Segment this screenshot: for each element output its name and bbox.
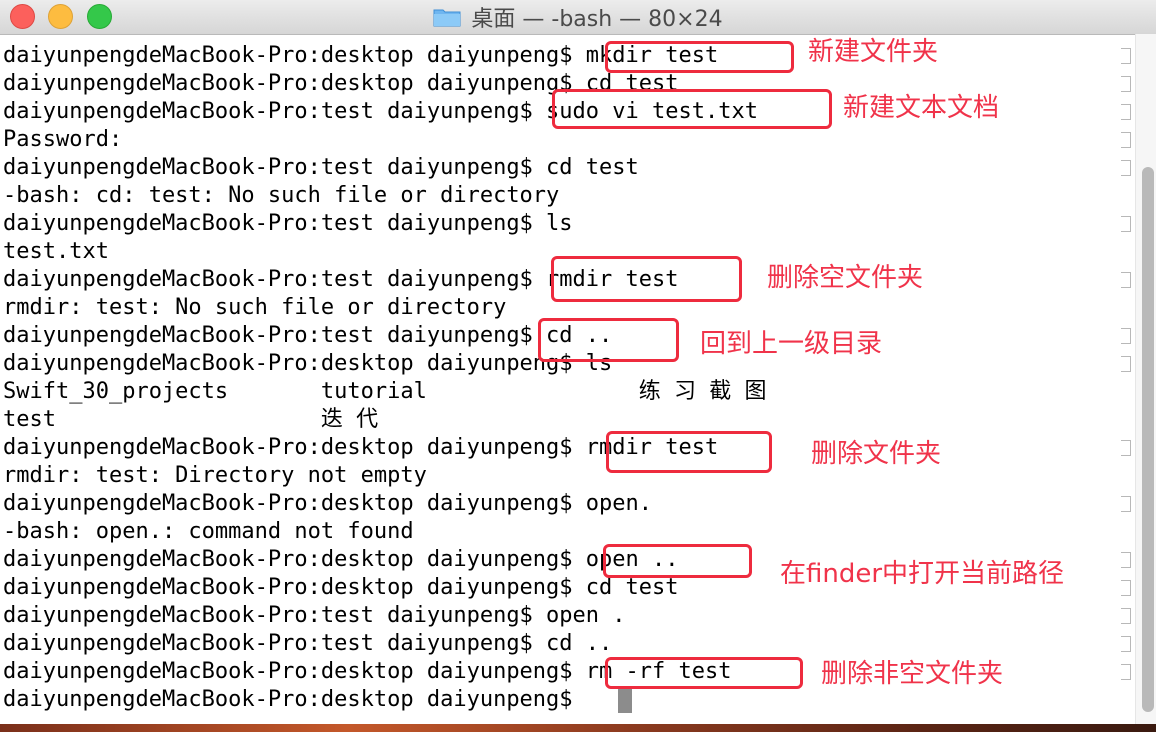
highlight-rmdir-empty (551, 256, 742, 302)
line-marker (1121, 440, 1131, 456)
terminal-window: 桌面 — -bash — 80×24 daiyunpengdeMacBook-P… (0, 0, 1156, 724)
terminal-line: daiyunpengdeMacBook-Pro:desktop daiyunpe… (3, 547, 679, 572)
line-marker (1121, 328, 1131, 344)
window-title-area: 桌面 — -bash — 80×24 (0, 0, 1156, 34)
terminal-line: daiyunpengdeMacBook-Pro:test daiyunpeng$… (3, 631, 613, 656)
line-marker (1121, 636, 1131, 652)
terminal-line: daiyunpengdeMacBook-Pro:desktop daiyunpe… (3, 687, 586, 712)
terminal-line: Password: (3, 127, 123, 152)
line-marker (1121, 160, 1131, 176)
highlight-sudo-vi (552, 89, 832, 129)
line-marker (1121, 216, 1131, 232)
note-open-finder: 在finder中打开当前路径 (780, 559, 1065, 589)
terminal-line: rmdir: test: Directory not empty (3, 463, 427, 488)
line-marker (1121, 552, 1131, 568)
note-rmdir: 删除文件夹 (811, 439, 942, 469)
vertical-scrollbar[interactable] (1135, 34, 1156, 724)
scrollbar-thumb[interactable] (1142, 167, 1154, 712)
terminal-line: daiyunpengdeMacBook-Pro:test daiyunpeng$… (3, 323, 613, 348)
terminal-output[interactable]: daiyunpengdeMacBook-Pro:desktop daiyunpe… (0, 42, 1130, 722)
note-cd-up: 回到上一级目录 (700, 329, 883, 359)
terminal-line: daiyunpengdeMacBook-Pro:test daiyunpeng$… (3, 155, 639, 180)
highlight-open (603, 544, 752, 578)
window-title: 桌面 — -bash — 80×24 (471, 7, 723, 32)
title-bar: 桌面 — -bash — 80×24 (0, 0, 1156, 35)
folder-icon (433, 9, 461, 27)
line-marker (1121, 76, 1131, 92)
terminal-line: -bash: open.: command not found (3, 519, 414, 544)
terminal-line: test 迭 代 (3, 407, 379, 432)
terminal-line: daiyunpengdeMacBook-Pro:desktop daiyunpe… (3, 575, 679, 600)
highlight-mkdir (605, 41, 794, 73)
line-marker (1121, 356, 1131, 372)
terminal-line: rmdir: test: No such file or directory (3, 295, 507, 320)
highlight-rm-rf (605, 657, 803, 689)
terminal-line: daiyunpengdeMacBook-Pro:desktop daiyunpe… (3, 491, 653, 516)
line-marker (1121, 48, 1131, 64)
note-rm-rf: 删除非空文件夹 (821, 659, 1004, 689)
line-marker (1121, 580, 1131, 596)
line-marker (1121, 104, 1131, 120)
line-marker (1121, 664, 1131, 680)
line-marker (1121, 496, 1131, 512)
terminal-line: daiyunpengdeMacBook-Pro:test daiyunpeng$… (3, 603, 626, 628)
highlight-cd-up (538, 318, 679, 362)
note-rmdir-empty: 删除空文件夹 (767, 263, 924, 293)
terminal-line: daiyunpengdeMacBook-Pro:test daiyunpeng$… (3, 211, 573, 236)
terminal-line: Swift_30_projects tutorial 练 习 截 图 (3, 379, 767, 404)
note-mkdir: 新建文件夹 (808, 37, 939, 67)
highlight-rmdir-test (606, 431, 772, 473)
line-marker (1121, 608, 1131, 624)
line-marker (1121, 132, 1131, 148)
text-cursor (618, 688, 632, 713)
terminal-line: -bash: cd: test: No such file or directo… (3, 183, 560, 208)
terminal-line: test.txt (3, 239, 109, 264)
terminal-line: daiyunpengdeMacBook-Pro:desktop daiyunpe… (3, 351, 613, 376)
note-create-text-file: 新建文本文档 (843, 93, 1000, 123)
line-marker (1121, 272, 1131, 288)
